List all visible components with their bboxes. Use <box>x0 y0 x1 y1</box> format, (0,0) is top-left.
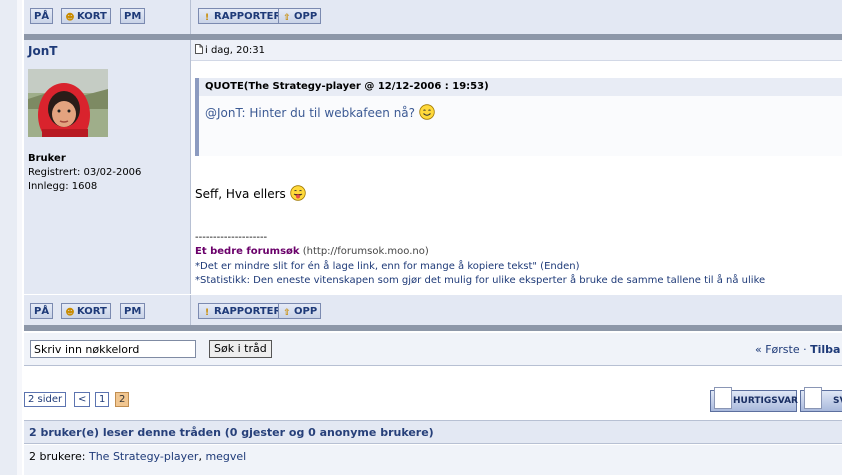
opp-button[interactable]: ⇧ OPP <box>278 303 322 319</box>
quote-text: @JonT: Hinter du til webkafeen nå? <box>205 104 435 120</box>
pa-button[interactable]: PÅ <box>30 8 54 24</box>
forumsok-url: (http://forumsok.moo.no) <box>302 246 429 257</box>
post-date-text: i dag, 20:31 <box>205 45 265 56</box>
rapporter-button[interactable]: ! RAPPORTER <box>198 8 286 24</box>
readers-list: 2 brukere: The Strategy-player, megvel <box>24 445 842 475</box>
author-meta: Bruker Registrert: 03/02-2006 Innlegg: 1… <box>28 152 141 194</box>
author-column: JonT Bruker Registrert: 03/02-2006 Innle… <box>24 40 191 294</box>
page-1-link[interactable]: 1 <box>95 392 110 407</box>
rapporter-button[interactable]: ! RAPPORTER <box>198 303 286 319</box>
reader-link[interactable]: megvel <box>205 450 246 463</box>
post-date: i dag, 20:31 <box>195 44 265 56</box>
reply-text-content: Seff, Hva ellers <box>195 187 286 201</box>
opp-button-label: OPP <box>294 11 318 22</box>
new-reply-icon <box>804 387 822 409</box>
pm-button[interactable]: PM <box>120 303 146 319</box>
opp-button[interactable]: ⇧ OPP <box>278 8 322 24</box>
signature-line-1: Et bedre forumsøk (http://forumsok.moo.n… <box>195 246 429 257</box>
post-footer-left: PÅ ☻ KORT PM <box>24 295 191 325</box>
author-post-count: Innlegg: 1608 <box>28 181 98 192</box>
author-name[interactable]: JonT <box>28 44 57 58</box>
previous-post-footer: PÅ ☻ KORT PM ! RAPPORTER ⇧ OPP <box>24 0 842 35</box>
thread-search-bar: Søk i tråd « Første · Tilba <box>24 333 842 366</box>
post-body: i dag, 20:31 QUOTE(The Strategy-player @… <box>191 40 842 294</box>
reply-document-icon <box>714 387 732 409</box>
user-icon: ☻ <box>65 308 75 318</box>
thread-navigation: « Første · Tilba <box>755 343 841 356</box>
smile-icon <box>419 104 435 120</box>
signature-line-3: *Statistikk: Den eneste vitenskapen som … <box>195 275 766 286</box>
arrow-up-icon: ⇧ <box>283 308 291 318</box>
reader-separator: , <box>198 450 202 463</box>
search-thread-button[interactable]: Søk i tråd <box>209 340 272 358</box>
left-frame-bar <box>0 0 18 475</box>
pa-button[interactable]: PÅ <box>30 303 54 319</box>
reply-label: SV <box>833 396 842 406</box>
quick-reply-button[interactable]: HURTIGSVAR <box>710 387 798 412</box>
left-frame-gap <box>17 0 22 475</box>
opp-button-label: OPP <box>294 306 318 317</box>
alert-icon: ! <box>204 13 210 23</box>
author-registered: Registrert: 03/02-2006 <box>28 167 142 178</box>
readers-prefix: 2 brukere: <box>29 450 86 463</box>
arrow-up-icon: ⇧ <box>283 13 291 23</box>
post-link-icon[interactable] <box>195 44 203 54</box>
quote-block: QUOTE(The Strategy-player @ 12/12-2006 :… <box>195 78 842 156</box>
forum-post: JonT Bruker Registrert: 03/02-2006 Innle… <box>24 40 842 294</box>
kort-button[interactable]: ☻ KORT <box>61 303 111 319</box>
prev-page-button[interactable]: < <box>74 392 91 407</box>
kort-button-label: KORT <box>77 306 107 317</box>
rapporter-button-label: RAPPORTER <box>214 306 282 317</box>
first-link[interactable]: « Første <box>755 343 800 356</box>
rapporter-button-label: RAPPORTER <box>214 11 282 22</box>
post-header: i dag, 20:31 <box>191 40 842 61</box>
avatar-image <box>28 69 108 137</box>
reply-text: Seff, Hva ellers <box>195 185 306 201</box>
readers-header: 2 bruker(e) leser denne tråden (0 gjeste… <box>24 420 842 444</box>
back-link[interactable]: Tilba <box>810 343 840 356</box>
quote-header: QUOTE(The Strategy-player @ 12/12-2006 :… <box>199 78 842 96</box>
page-count[interactable]: 2 sider <box>24 392 67 407</box>
post-footer: PÅ ☻ KORT PM ! RAPPORTER ⇧ OPP <box>24 295 842 325</box>
pm-button[interactable]: PM <box>120 8 146 24</box>
kort-button-label: KORT <box>77 11 107 22</box>
pm-button-label: PM <box>124 11 142 22</box>
pa-button-label: PÅ <box>34 11 50 22</box>
post-divider-bottom <box>24 325 842 331</box>
author-group: Bruker <box>28 153 66 164</box>
avatar <box>28 69 108 137</box>
kort-button[interactable]: ☻ KORT <box>61 8 111 24</box>
search-input[interactable] <box>30 340 196 358</box>
page-2-current: 2 <box>115 392 130 407</box>
pa-button-label: PÅ <box>34 306 50 317</box>
signature-line-2: *Det er mindre slit for én å lage link, … <box>195 261 580 272</box>
previous-post-footer-left: PÅ ☻ KORT PM <box>24 0 191 34</box>
tongue-smiley-icon <box>289 185 306 201</box>
active-readers: 2 bruker(e) leser denne tråden (0 gjeste… <box>24 420 842 475</box>
reader-link[interactable]: The Strategy-player <box>89 450 198 463</box>
user-icon: ☻ <box>65 13 75 23</box>
reply-button[interactable]: SV <box>800 387 842 412</box>
forumsok-link[interactable]: Et bedre forumsøk <box>195 246 300 257</box>
quote-text-content: @JonT: Hinter du til webkafeen nå? <box>205 106 416 120</box>
signature-divider: -------------------- <box>195 232 268 243</box>
quick-reply-label: HURTIGSVAR <box>733 396 798 406</box>
pm-button-label: PM <box>124 306 142 317</box>
alert-icon: ! <box>204 308 210 318</box>
